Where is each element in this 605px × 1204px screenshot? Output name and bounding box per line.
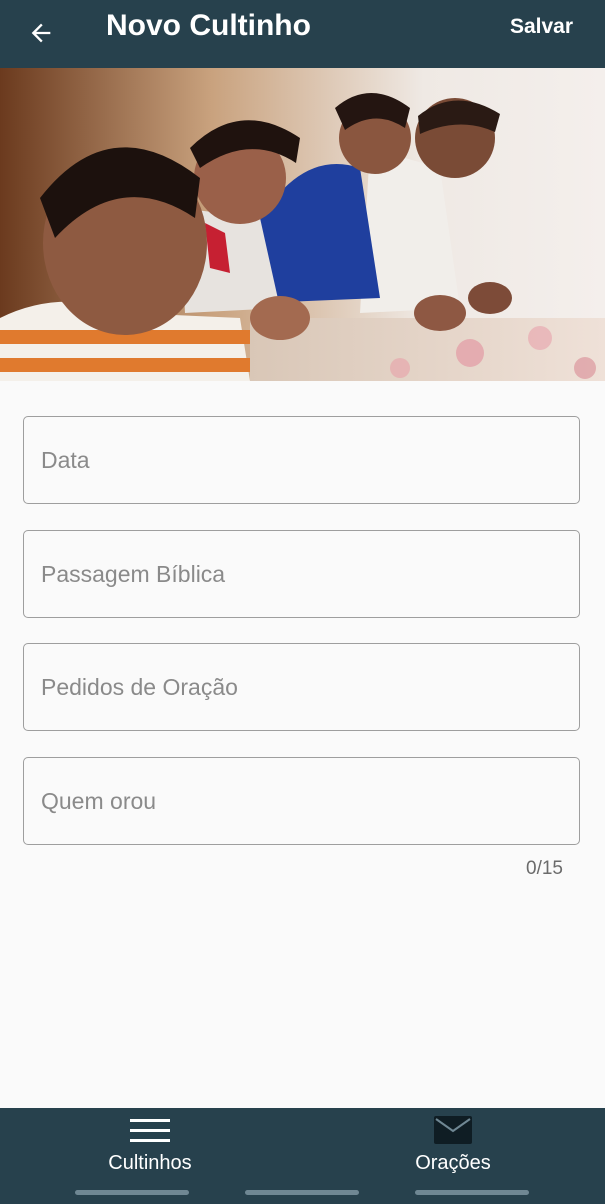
menu-icon: [130, 1119, 170, 1142]
bible-passage-field[interactable]: Passagem Bíblica: [23, 530, 580, 618]
bible-passage-placeholder: Passagem Bíblica: [41, 560, 226, 587]
system-indicator: [75, 1190, 189, 1195]
who-prayed-placeholder: Quem orou: [41, 787, 157, 814]
mail-icon: [434, 1116, 472, 1144]
app-bar: Novo Cultinho Salvar: [0, 0, 605, 68]
nav-label-oracoes: Orações: [415, 1152, 491, 1174]
nav-item-oracoes[interactable]: Orações: [373, 1108, 533, 1188]
date-placeholder: Data: [41, 446, 90, 473]
header-image: [0, 68, 605, 381]
save-button[interactable]: Salvar: [510, 14, 573, 40]
prayer-requests-placeholder: Pedidos de Oração: [41, 673, 238, 700]
date-field[interactable]: Data: [23, 416, 580, 504]
system-indicator: [245, 1190, 359, 1195]
system-indicator: [415, 1190, 529, 1195]
arrow-left-icon: [31, 23, 51, 43]
page-title: Novo Cultinho: [106, 9, 311, 42]
nav-label-cultinhos: Cultinhos: [108, 1152, 192, 1174]
nav-item-cultinhos[interactable]: Cultinhos: [70, 1108, 230, 1188]
character-counter: 0/15: [526, 858, 563, 879]
back-button[interactable]: [16, 8, 66, 58]
prayer-requests-field[interactable]: Pedidos de Oração: [23, 643, 580, 731]
who-prayed-field[interactable]: Quem orou: [23, 757, 580, 845]
